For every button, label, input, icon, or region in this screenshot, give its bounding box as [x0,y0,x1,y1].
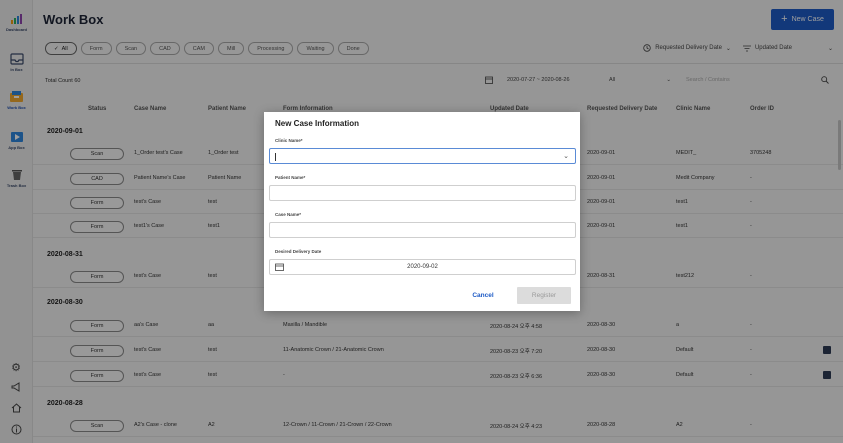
patient-name-label: Patient Name* [275,175,306,180]
patient-name-input[interactable] [269,185,576,201]
dialog-title: New Case Information [275,119,360,128]
new-case-dialog: New Case Information Clinic Name* ⌄ Pati… [264,112,580,311]
chevron-down-icon: ⌄ [563,153,569,160]
register-button[interactable]: Register [517,287,571,304]
case-name-input[interactable] [269,222,576,238]
desired-delivery-date-picker[interactable]: 2020-09-02 [269,259,576,275]
cancel-button[interactable]: Cancel [461,287,505,304]
text-cursor [275,153,276,161]
clinic-name-select[interactable]: ⌄ [269,148,576,164]
desired-delivery-date-label: Desired Delivery Date [275,249,322,254]
desired-delivery-date-value: 2020-09-02 [407,264,438,270]
case-name-label: Case Name* [275,212,302,217]
clinic-name-label: Clinic Name* [275,138,303,143]
